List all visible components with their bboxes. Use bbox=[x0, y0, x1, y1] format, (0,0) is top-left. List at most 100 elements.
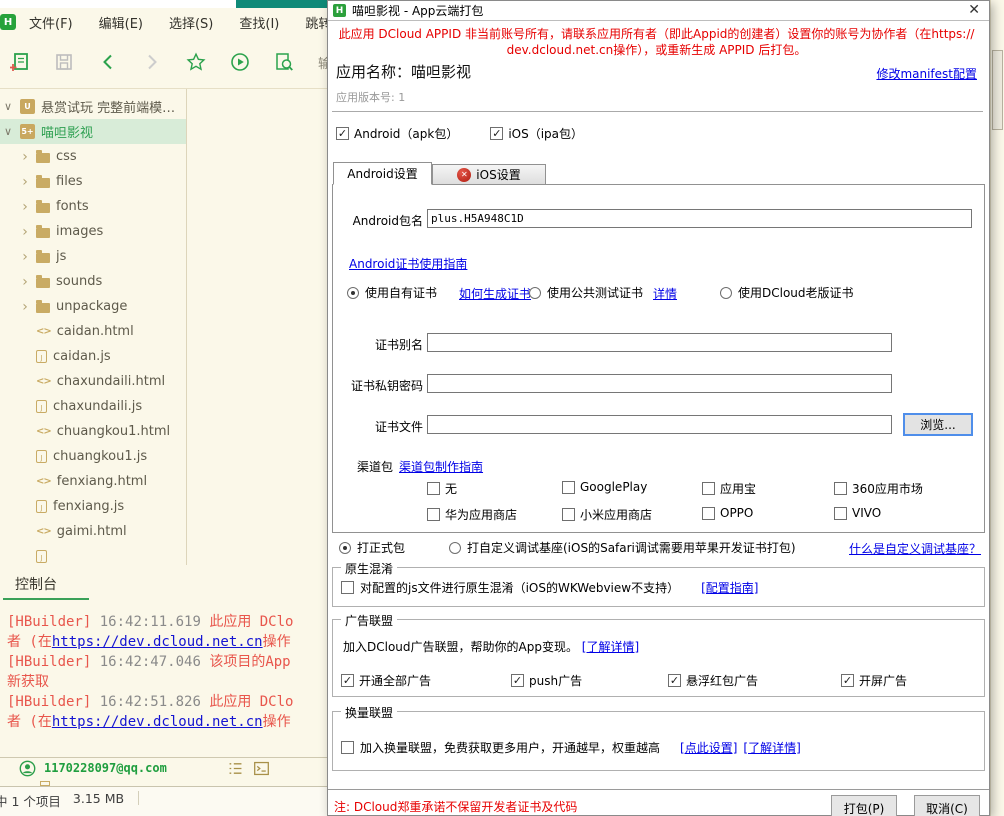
checkbox[interactable]: ✓ bbox=[341, 674, 354, 687]
channel-none-checkbox[interactable]: 无 bbox=[427, 480, 457, 497]
splash-ads-checkbox[interactable]: ✓ 开屏广告 bbox=[841, 672, 907, 689]
checkbox[interactable] bbox=[427, 508, 440, 521]
what-is-custom-base-link[interactable]: 什么是自定义调试基座？ bbox=[849, 540, 981, 557]
account-email[interactable]: 1170228097@qq.com bbox=[44, 761, 167, 775]
tree-project-xuanshang[interactable]: ∨ U 悬赏试玩 完整前端模板 ... bbox=[0, 94, 186, 119]
tree-project-miaoda[interactable]: ∨ 5+ 喵呾影视 bbox=[0, 119, 186, 144]
terminal-icon[interactable] bbox=[253, 759, 271, 777]
bookmark-star-button[interactable] bbox=[186, 52, 206, 72]
tree-file-chaxundaili-html[interactable]: <> chaxundaili.html bbox=[0, 369, 186, 394]
android-platform-checkbox[interactable]: ✓ Android（apk包） bbox=[336, 125, 458, 142]
console-tab[interactable]: 控制台 bbox=[15, 574, 57, 594]
menu-edit[interactable]: 编辑(E) bbox=[86, 9, 156, 36]
tree-folder-css[interactable]: › css bbox=[0, 144, 186, 169]
chevron-right-icon[interactable]: › bbox=[20, 274, 30, 290]
checkbox[interactable] bbox=[562, 481, 575, 494]
save-button[interactable] bbox=[54, 52, 74, 72]
how-to-generate-cert-link[interactable]: 如何生成证书 bbox=[459, 285, 531, 302]
tree-file-chuangkou1-html[interactable]: <> chuangkou1.html bbox=[0, 419, 186, 444]
menu-find[interactable]: 查找(I) bbox=[226, 9, 292, 36]
exchange-detail-link[interactable]: [了解详情] bbox=[743, 739, 800, 756]
checkbox[interactable]: ✓ bbox=[668, 674, 681, 687]
package-name-input[interactable] bbox=[427, 209, 972, 228]
radio[interactable] bbox=[449, 542, 461, 554]
dcloud-dev-link[interactable]: https://dev.dcloud.net.cn bbox=[52, 714, 263, 730]
chevron-down-icon[interactable]: ∨ bbox=[2, 100, 14, 113]
checkbox[interactable] bbox=[562, 508, 575, 521]
tree-folder-files[interactable]: › files bbox=[0, 169, 186, 194]
ad-detail-link[interactable]: [了解详情] bbox=[582, 640, 639, 654]
channel-yingyongbao-checkbox[interactable]: 应用宝 bbox=[702, 480, 756, 497]
radio-selected[interactable] bbox=[347, 287, 359, 299]
public-cert-details-link[interactable]: 详情 bbox=[653, 285, 677, 302]
channel-googleplay-checkbox[interactable]: GooglePlay bbox=[562, 480, 647, 494]
new-file-button[interactable] bbox=[10, 52, 30, 72]
tree-file-fenxiang-html[interactable]: <> fenxiang.html bbox=[0, 469, 186, 494]
channel-huawei-checkbox[interactable]: 华为应用商店 bbox=[427, 506, 517, 523]
tab-ios-settings[interactable]: ✕ iOS设置 bbox=[432, 164, 546, 185]
cancel-button[interactable]: 取消(C) bbox=[914, 795, 980, 816]
tree-folder-sounds[interactable]: › sounds bbox=[0, 269, 186, 294]
modify-manifest-link[interactable]: 修改manifest配置 bbox=[876, 65, 977, 82]
chevron-right-icon[interactable]: › bbox=[20, 199, 30, 215]
channel-360-checkbox[interactable]: 360应用市场 bbox=[834, 480, 923, 497]
tree-file-chaxundaili-js[interactable]: J chaxundaili.js bbox=[0, 394, 186, 419]
obfuscation-guide-link[interactable]: [配置指南] bbox=[701, 579, 758, 596]
checkbox[interactable] bbox=[834, 507, 847, 520]
tree-file-partial[interactable]: J bbox=[0, 544, 186, 565]
tree-file-chuangkou1-js[interactable]: J chuangkou1.js bbox=[0, 444, 186, 469]
browse-button[interactable]: 浏览... bbox=[903, 413, 973, 436]
checkbox[interactable]: ✓ bbox=[511, 674, 524, 687]
checkbox[interactable] bbox=[427, 482, 440, 495]
dcloud-dev-link[interactable]: https://dev.dcloud.net.cn bbox=[52, 634, 263, 650]
tree-folder-js[interactable]: › js bbox=[0, 244, 186, 269]
checkbox[interactable]: ✓ bbox=[490, 127, 503, 140]
pack-button[interactable]: 打包(P) bbox=[831, 795, 897, 816]
checkbox[interactable] bbox=[834, 482, 847, 495]
own-cert-radio[interactable]: 使用自有证书 bbox=[347, 284, 437, 301]
radio-selected[interactable] bbox=[339, 542, 351, 554]
checkbox[interactable]: ✓ bbox=[841, 674, 854, 687]
checkbox[interactable]: ✓ bbox=[336, 127, 349, 140]
cert-alias-input[interactable] bbox=[427, 333, 892, 352]
tree-file-caidan-js[interactable]: J caidan.js bbox=[0, 344, 186, 369]
chevron-right-icon[interactable]: › bbox=[20, 249, 30, 265]
find-in-files-button[interactable] bbox=[274, 52, 294, 72]
dialog-titlebar[interactable]: H 喵呾影视 - App云端打包 ✕ bbox=[328, 1, 989, 21]
all-ads-checkbox[interactable]: ✓ 开通全部广告 bbox=[341, 672, 431, 689]
channel-oppo-checkbox[interactable]: OPPO bbox=[702, 506, 753, 520]
outline-list-icon[interactable] bbox=[227, 759, 245, 777]
checkbox[interactable] bbox=[702, 507, 715, 520]
chevron-right-icon[interactable]: › bbox=[20, 299, 30, 315]
cert-file-input[interactable] bbox=[427, 415, 892, 434]
cert-password-input[interactable] bbox=[427, 374, 892, 393]
tree-folder-fonts[interactable]: › fonts bbox=[0, 194, 186, 219]
menu-select[interactable]: 选择(S) bbox=[156, 9, 226, 36]
radio[interactable] bbox=[720, 287, 732, 299]
official-build-radio[interactable]: 打正式包 bbox=[339, 539, 405, 556]
float-redpacket-ads-checkbox[interactable]: ✓ 悬浮红包广告 bbox=[668, 672, 758, 689]
tree-file-gaimi-html[interactable]: <> gaimi.html bbox=[0, 519, 186, 544]
push-ads-checkbox[interactable]: ✓ push广告 bbox=[511, 672, 582, 689]
checkbox[interactable] bbox=[341, 741, 354, 754]
chevron-right-icon[interactable]: › bbox=[20, 224, 30, 240]
back-button[interactable] bbox=[98, 52, 118, 72]
channel-vivo-checkbox[interactable]: VIVO bbox=[834, 506, 881, 520]
channel-xiaomi-checkbox[interactable]: 小米应用商店 bbox=[562, 506, 652, 523]
chevron-right-icon[interactable]: › bbox=[20, 149, 30, 165]
tree-file-caidan-html[interactable]: <> caidan.html bbox=[0, 319, 186, 344]
checkbox[interactable] bbox=[702, 482, 715, 495]
tab-android-settings[interactable]: Android设置 bbox=[333, 162, 432, 185]
forward-button[interactable] bbox=[142, 52, 162, 72]
chevron-right-icon[interactable]: › bbox=[20, 174, 30, 190]
tree-folder-images[interactable]: › images bbox=[0, 219, 186, 244]
checkbox[interactable] bbox=[341, 581, 354, 594]
menu-file[interactable]: 文件(F) bbox=[16, 9, 86, 36]
scrollbar-thumb[interactable] bbox=[992, 50, 1003, 130]
channel-guide-link[interactable]: 渠道包制作指南 bbox=[399, 458, 483, 475]
tree-file-fenxiang-js[interactable]: J fenxiang.js bbox=[0, 494, 186, 519]
tree-folder-unpackage[interactable]: › unpackage bbox=[0, 294, 186, 319]
chevron-down-icon[interactable]: ∨ bbox=[2, 125, 14, 138]
close-icon[interactable]: ✕ bbox=[968, 2, 980, 18]
custom-base-radio[interactable]: 打自定义调试基座(iOS的Safari调试需要用苹果开发证书打包) bbox=[449, 539, 796, 556]
